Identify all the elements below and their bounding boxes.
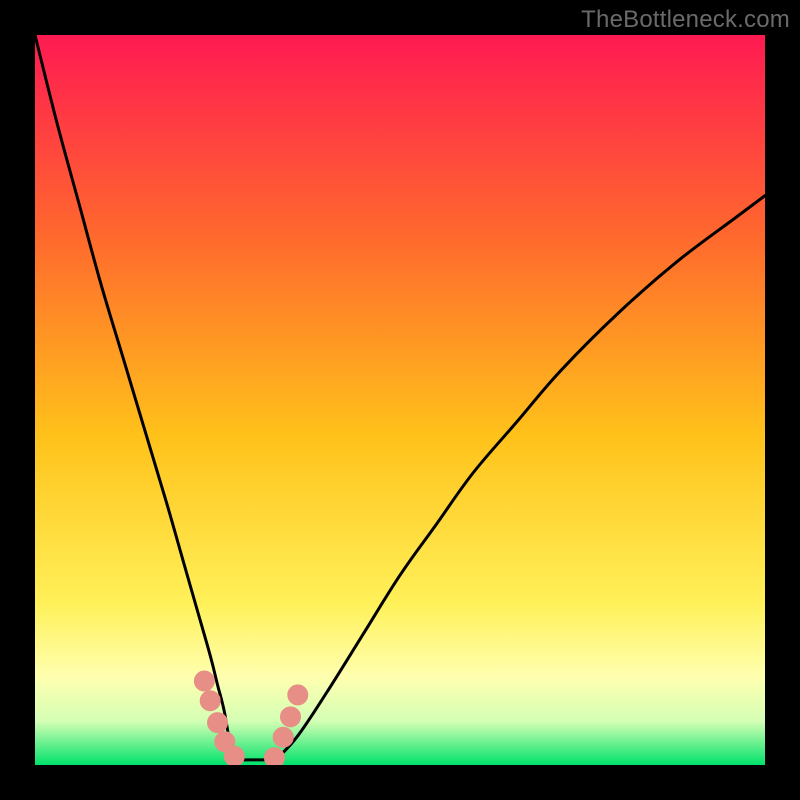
curve-marker [281,707,301,727]
outer-frame: TheBottleneck.com [0,0,800,800]
curve-marker [208,713,228,733]
gradient-background [35,35,765,765]
chart-svg [35,35,765,765]
curve-marker [200,691,220,711]
curve-marker [288,685,308,705]
curve-marker [264,748,284,765]
watermark-text: TheBottleneck.com [581,6,790,34]
curve-marker [194,671,214,691]
curve-marker [224,746,244,765]
curve-marker [273,727,293,747]
chart-plot-area [35,35,765,765]
